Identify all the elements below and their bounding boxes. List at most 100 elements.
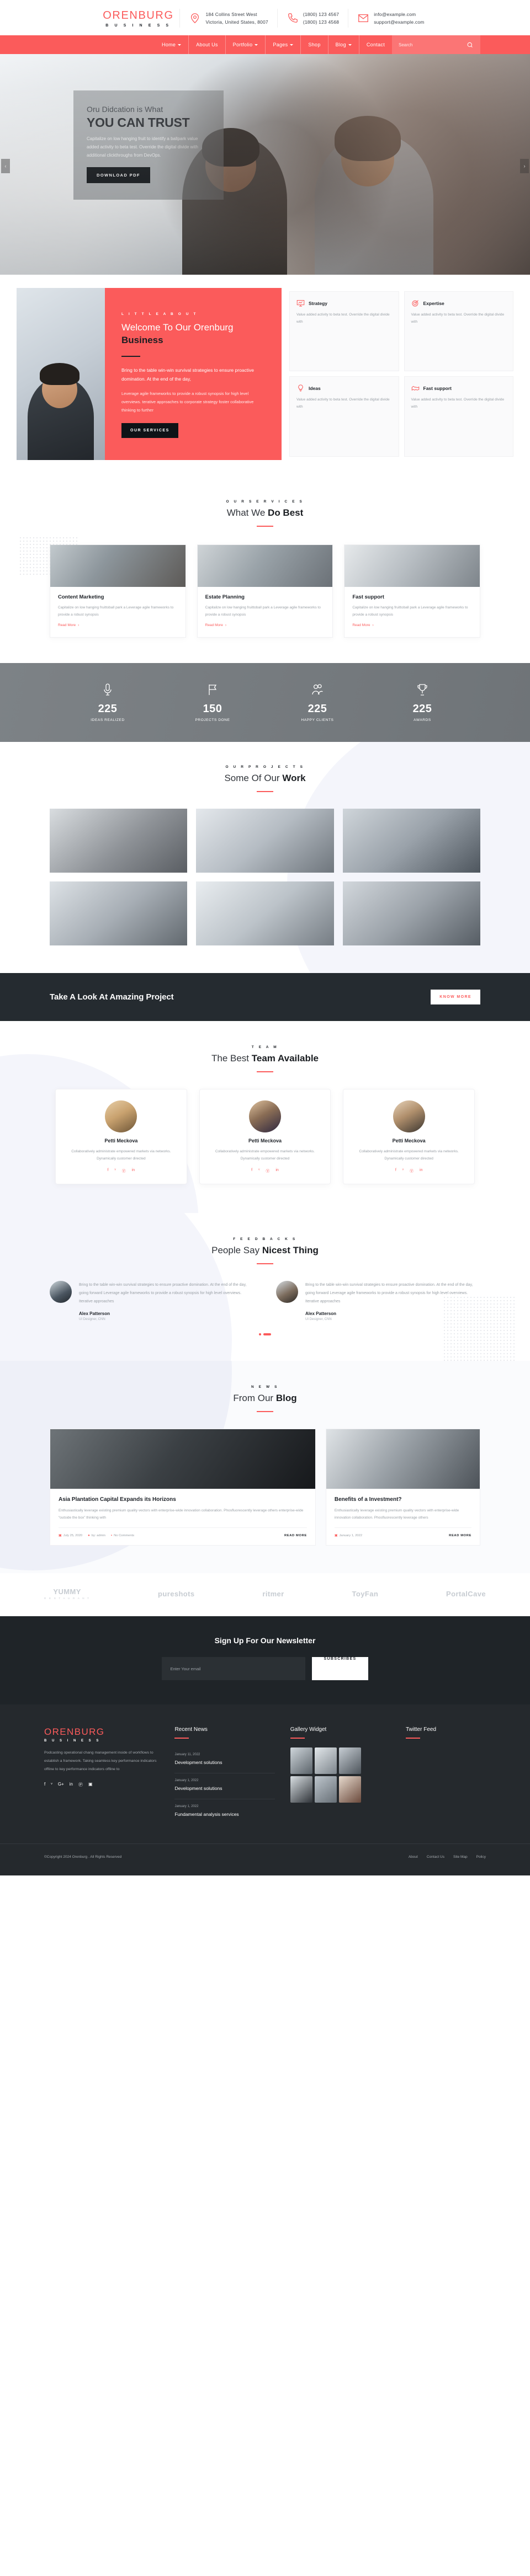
linkedin-icon[interactable]: in [132,1168,135,1174]
twitter-icon[interactable]: ᵛ [402,1168,404,1174]
news-title[interactable]: Fundamental analysis services [174,1811,274,1818]
footer-twitter-title: Twitter Feed [405,1727,437,1733]
project-thumbnail[interactable] [50,881,188,945]
nav-item-home[interactable]: Home [155,35,189,54]
footer-logo-name[interactable]: ORENBURG [44,1727,159,1738]
vimeo-icon[interactable]: Ⓥ [266,1168,269,1174]
phone-1[interactable]: (1800) 123 4567 [303,10,339,18]
pagination-dot-active[interactable] [263,1333,271,1335]
news-title[interactable]: Development solutions [174,1785,274,1792]
read-more-link[interactable]: Read More › [58,623,79,627]
footer-news-item[interactable]: January 1, 2022 Fundamental analysis ser… [174,1799,274,1825]
gallery-thumbnail[interactable] [338,1747,361,1775]
gallery-thumbnail[interactable] [314,1776,337,1803]
pagination-dot[interactable] [259,1333,261,1335]
testimonials-eyebrow: F E E D B A C K S [233,1237,297,1241]
linkedin-icon[interactable]: in [420,1168,422,1174]
footer-news-item[interactable]: January 11, 2022 Development solutions [174,1747,275,1774]
nav-item-shop[interactable]: Shop [301,35,328,54]
team-member-card[interactable]: Petti Meckova Collaboratively administra… [199,1088,331,1184]
vimeo-icon[interactable]: Ⓥ [122,1168,126,1174]
download-pdf-button[interactable]: DOWNLOAD PDF [87,167,150,184]
project-thumbnail[interactable] [196,881,334,945]
hero-next-arrow[interactable]: › [520,159,529,173]
blog-read-more-button[interactable]: READ MORE [284,1534,307,1537]
twitter-icon[interactable]: ᵛ [258,1168,259,1174]
facebook-icon[interactable]: f [251,1168,252,1174]
email-2[interactable]: support@example.com [374,18,424,26]
search-icon[interactable] [467,41,474,49]
footer-link-about[interactable]: About [409,1855,418,1859]
services-grid: Content Marketing Capitalize on low hang… [50,544,480,638]
nav-item-blog[interactable]: Blog [328,35,359,54]
vimeo-icon[interactable]: Ⓥ [410,1168,414,1174]
site-logo[interactable]: ORENBURG B U S I N E S S [97,9,179,28]
nav-search[interactable] [392,35,480,54]
search-input[interactable] [399,42,463,47]
gallery-thumbnail[interactable] [314,1747,337,1775]
service-card[interactable]: Estate Planning Capitalize on low hangin… [197,544,333,638]
read-more-link[interactable]: Read More › [352,623,373,627]
linkedin-icon[interactable]: in [275,1168,278,1174]
feature-card-ideas[interactable]: Ideas Value added activity to beta test.… [289,376,399,457]
our-services-button[interactable]: OUR SERVICES [121,423,178,438]
gallery-thumbnail[interactable] [290,1776,312,1803]
know-more-button[interactable]: KNOW MORE [431,989,480,1004]
email-1[interactable]: info@example.com [374,10,424,18]
linkedin-icon[interactable]: in [70,1782,73,1788]
team-social-links: f ᵛ Ⓥ in [65,1168,178,1174]
team-member-card[interactable]: Petti Meckova Collaboratively administra… [55,1088,187,1184]
blog-post-comments: ▪ No Comments [111,1534,134,1537]
topbar-email: info@example.com support@example.com [348,9,433,28]
facebook-icon[interactable]: f [108,1168,109,1174]
blog-post-card[interactable]: Benefits of a Investment? Enthusiastical… [325,1428,480,1546]
service-text: Capitalize on low hanging fruittoball pa… [58,605,174,617]
footer-logo-sub: B U S I N E S S [44,1739,101,1743]
project-thumbnail[interactable] [196,808,334,873]
pinterest-icon[interactable]: Ⓟ [78,1782,83,1788]
brand-logo-ritmer[interactable]: ritmer [262,1590,284,1598]
footer-link-site-map[interactable]: Site Map [453,1855,468,1859]
blog-title-bold: Blog [275,1392,297,1403]
project-thumbnail[interactable] [50,808,188,873]
twitter-icon[interactable]: ᵛ [51,1782,52,1788]
blog-read-more-button[interactable]: READ MORE [449,1534,471,1537]
service-card[interactable]: Fast support Capitalize on low hanging f… [344,544,480,638]
gallery-thumbnail[interactable] [338,1776,361,1803]
blog-post-date: ▣ July 25, 2020 [59,1533,82,1538]
instagram-icon[interactable]: ▣ [88,1782,93,1788]
twitter-icon[interactable]: ᵛ [114,1168,115,1174]
phone-2[interactable]: (1800) 123 4568 [303,18,339,26]
subscribe-button[interactable]: SUBSCRIBES [311,1657,369,1681]
hero-prev-arrow[interactable]: ‹ [1,159,10,173]
read-more-link[interactable]: Read More › [205,623,226,627]
footer-links: About Contact Us Site Map Policy [409,1855,486,1859]
team-member-card[interactable]: Petti Meckova Collaboratively administra… [343,1088,475,1184]
project-thumbnail[interactable] [342,881,480,945]
projects-eyebrow: O U R P R O J E C T S [225,765,305,769]
news-title[interactable]: Development solutions [174,1759,274,1766]
service-card[interactable]: Content Marketing Capitalize on low hang… [50,544,186,638]
facebook-icon[interactable]: f [44,1782,45,1788]
nav-item-pages[interactable]: Pages [266,35,301,54]
feature-card-expertise[interactable]: Expertise Value added activity to beta t… [404,291,513,372]
newsletter-email-input[interactable] [161,1657,305,1681]
facebook-icon[interactable]: f [395,1168,396,1174]
brand-logo-portalcave[interactable]: PortalCave [446,1590,486,1598]
brand-logo-toyfan[interactable]: ToyFan [352,1590,379,1598]
brand-logo-pureshots[interactable]: pureshots [158,1590,194,1598]
project-thumbnail[interactable] [342,808,480,873]
feature-card-strategy[interactable]: Strategy Value added activity to beta te… [289,291,399,372]
footer-link-policy[interactable]: Policy [476,1855,486,1859]
footer-news-item[interactable]: January 1, 2022 Development solutions [174,1773,275,1799]
nav-item-contact[interactable]: Contact [359,35,392,54]
blog-post-card[interactable]: Asia Plantation Capital Expands its Hori… [50,1428,316,1546]
brand-logo-yummy[interactable]: YUMMY R E S T A U R A N T [44,1588,90,1600]
monitor-chart-icon [296,299,305,307]
feature-card-fast-support[interactable]: Fast support Value added activity to bet… [404,376,513,457]
nav-item-about-us[interactable]: About Us [189,35,226,54]
nav-item-portfolio[interactable]: Portfolio [226,35,266,54]
google-plus-icon[interactable]: G+ [58,1782,64,1788]
gallery-thumbnail[interactable] [290,1747,312,1775]
footer-link-contact-us[interactable]: Contact Us [427,1855,444,1859]
